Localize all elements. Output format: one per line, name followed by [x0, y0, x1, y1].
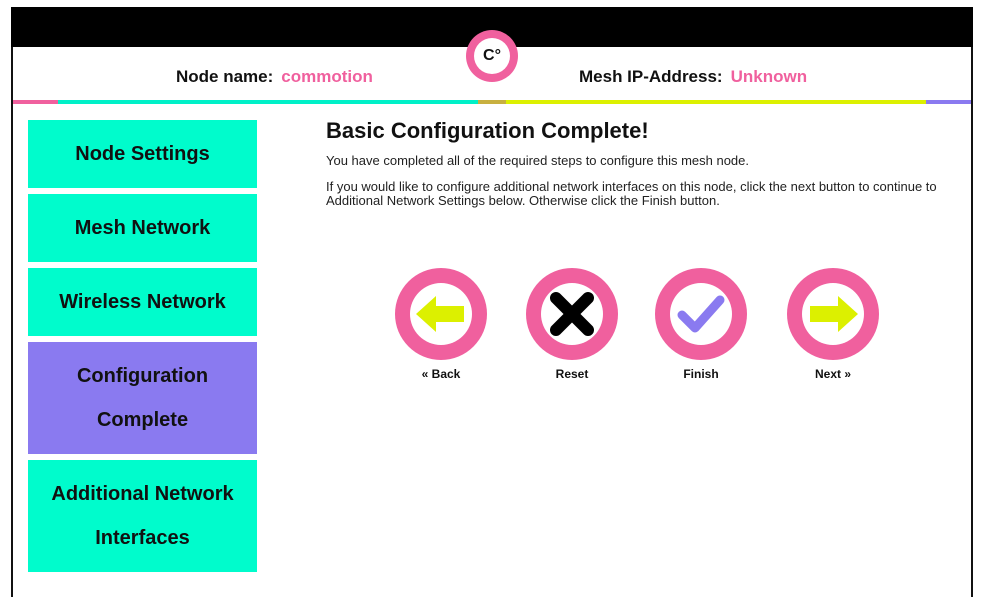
sidebar-item-label: Wireless Network	[59, 291, 226, 313]
finish-button[interactable]	[655, 268, 747, 360]
page-title: Basic Configuration Complete!	[326, 118, 649, 143]
header-stripe-pink	[13, 100, 58, 104]
arrow-right-icon	[810, 296, 858, 332]
sidebar-item-configuration-complete[interactable]: Configuration Complete	[28, 342, 257, 454]
sidebar-item-additional-network-interfaces[interactable]: Additional Network Interfaces	[28, 460, 257, 572]
sidebar-item-label: Configuration Complete	[76, 365, 209, 431]
sidebar-item-mesh-network[interactable]: Mesh Network	[28, 194, 257, 262]
sidebar-item-label: Additional Network Interfaces	[51, 483, 234, 549]
sidebar-item-node-settings[interactable]: Node Settings	[28, 120, 257, 188]
back-label[interactable]: « Back	[395, 367, 487, 381]
checkmark-icon	[677, 295, 725, 333]
close-x-icon	[550, 292, 594, 336]
logo-text: C°	[474, 38, 510, 74]
next-button[interactable]	[787, 268, 879, 360]
main-content: Basic Configuration Complete! You have c…	[326, 118, 946, 208]
reset-label[interactable]: Reset	[526, 367, 618, 381]
finish-label[interactable]: Finish	[655, 367, 747, 381]
header-stripe-purple	[926, 100, 971, 104]
node-name-label: Node name:	[176, 67, 274, 86]
node-name-value: commotion	[281, 67, 373, 86]
mesh-ip-value: Unknown	[730, 67, 808, 86]
arrow-left-icon	[416, 296, 464, 332]
mesh-ip: Mesh IP-Address: Unknown	[579, 67, 807, 87]
header-stripe-yellow	[506, 100, 926, 104]
commotion-logo: C°	[466, 30, 518, 82]
next-steps-message: If you would like to configure additiona…	[326, 179, 937, 208]
sidebar-item-label: Mesh Network	[74, 217, 211, 239]
reset-button[interactable]	[526, 268, 618, 360]
header-stripe-gold	[478, 100, 506, 104]
completion-message: You have completed all of the required s…	[326, 153, 750, 168]
node-name: Node name: commotion	[176, 67, 373, 87]
sidebar-item-wireless-network[interactable]: Wireless Network	[28, 268, 257, 336]
back-button[interactable]	[395, 268, 487, 360]
next-label[interactable]: Next »	[787, 367, 879, 381]
header-stripe-teal	[58, 100, 478, 104]
mesh-ip-label: Mesh IP-Address:	[579, 67, 723, 86]
sidebar-item-label: Node Settings	[75, 143, 210, 165]
